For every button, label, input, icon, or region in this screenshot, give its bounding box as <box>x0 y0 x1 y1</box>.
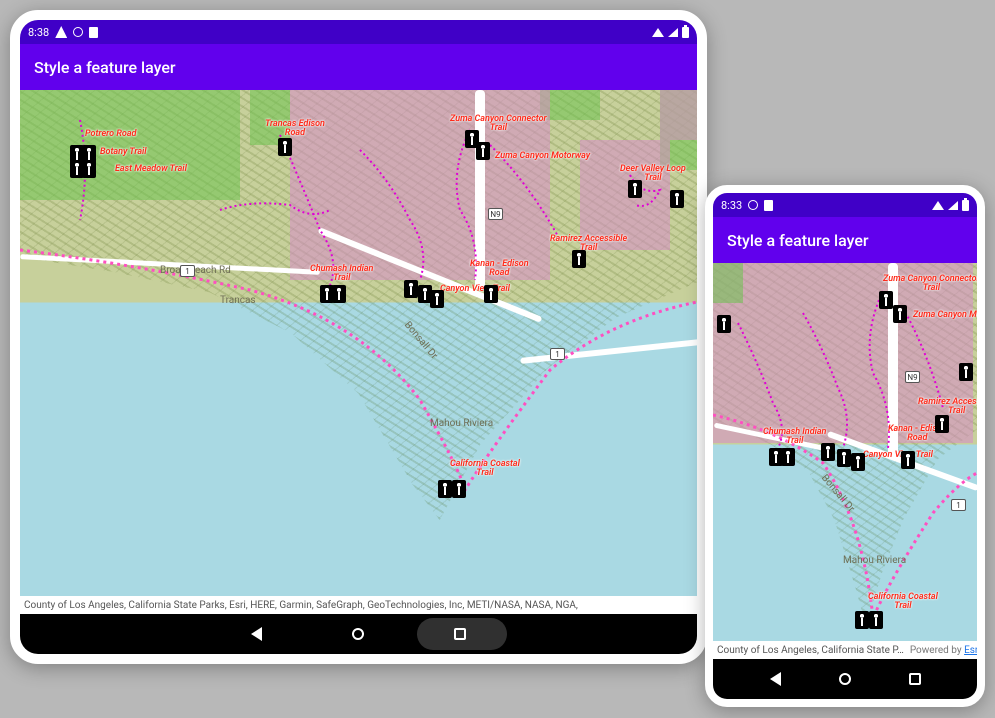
trail-label: Zuma Canyon ConnectorTrail <box>883 275 977 293</box>
status-bar: 8:38 <box>20 20 697 44</box>
trailhead-icon[interactable] <box>959 363 973 381</box>
trailhead-icon[interactable] <box>572 250 586 268</box>
trail-label: Canyon View Trail <box>440 285 510 294</box>
nav-recent-icon[interactable] <box>454 628 466 640</box>
app-bar: Style a feature layer <box>20 44 697 90</box>
android-nav-bar <box>713 659 977 699</box>
trailhead-icon[interactable] <box>869 611 883 629</box>
place-label: Broad Beach Rd <box>160 265 231 276</box>
wifi-icon <box>932 201 944 210</box>
app-bar: Style a feature layer <box>713 217 977 263</box>
trail-label: Chumash IndianTrail <box>763 428 826 446</box>
attribution-text: County of Los Angeles, California State … <box>24 600 578 611</box>
trailhead-icon[interactable] <box>855 611 869 629</box>
trail-label: Trancas EdisonRoad <box>265 120 325 138</box>
nav-home-icon[interactable] <box>839 673 851 685</box>
attribution-bar: County of Los Angeles, California State … <box>713 641 977 659</box>
trailhead-icon[interactable] <box>670 190 684 208</box>
attribution-powered: Powered by Esri <box>910 645 977 656</box>
trail-label: California CoastalTrail <box>868 593 938 611</box>
map-view[interactable]: Potrero Road Botany Trail East Meadow Trai… <box>20 90 697 596</box>
trailhead-icon[interactable] <box>82 160 96 178</box>
trail-label: Potrero Road <box>85 130 136 139</box>
highway-shield: N9 <box>905 371 920 383</box>
trail-label: Ramirez AccessibleTrail <box>550 235 627 253</box>
trailhead-icon[interactable] <box>879 291 893 309</box>
app-title: Style a feature layer <box>727 231 869 250</box>
trailhead-icon[interactable] <box>628 180 642 198</box>
highway-shield: N9 <box>488 208 503 220</box>
phone-device: 8:33 Style a feature layer Zuma Canyon C… <box>705 185 985 707</box>
tablet-device: 8:38 Style a feature layer <box>10 10 707 664</box>
nav-back-icon[interactable] <box>251 627 262 641</box>
esri-link[interactable]: Esri <box>964 645 977 656</box>
attribution-bar: County of Los Angeles, California State … <box>20 596 697 614</box>
trail-label: Zuma Canyon Motorway <box>495 152 590 161</box>
battery-icon <box>962 200 969 211</box>
nav-home-icon[interactable] <box>352 628 364 640</box>
highway-shield: 1 <box>180 265 195 277</box>
trailhead-icon[interactable] <box>717 315 731 333</box>
trailhead-icon[interactable] <box>781 448 795 466</box>
trailhead-icon[interactable] <box>278 138 292 156</box>
trailhead-icon[interactable] <box>404 280 418 298</box>
trail-label: California CoastalTrail <box>450 460 520 478</box>
status-time: 8:38 <box>28 26 49 39</box>
place-label: Mahou Riviera <box>843 555 906 566</box>
trail-label: Zuma Canyon Motorway <box>913 311 977 320</box>
trail-label: Ramirez AccessibleTrail <box>918 398 977 416</box>
wifi-icon <box>652 28 664 37</box>
status-time: 8:33 <box>721 199 742 212</box>
debug-icon <box>55 26 67 38</box>
trailhead-icon[interactable] <box>901 451 915 469</box>
trail-label: East Meadow Trail <box>115 165 187 174</box>
trail-label: Canyon View Trail <box>863 451 933 460</box>
signal-icon <box>668 28 678 37</box>
trailhead-icon[interactable] <box>851 453 865 471</box>
profile-icon <box>748 200 758 210</box>
place-label: Mahou Riviera <box>430 418 493 429</box>
battery-icon <box>682 27 689 38</box>
trailhead-icon[interactable] <box>837 449 851 467</box>
trailhead-icon[interactable] <box>484 285 498 303</box>
card-icon <box>764 200 773 211</box>
trailhead-icon[interactable] <box>452 480 466 498</box>
trail-label: Kanan - EdisonRoad <box>470 260 529 278</box>
place-label: Trancas <box>220 295 256 306</box>
attribution-text: County of Los Angeles, California State … <box>717 645 904 656</box>
trailhead-icon[interactable] <box>935 415 949 433</box>
trailhead-icon[interactable] <box>332 285 346 303</box>
card-icon <box>89 27 98 38</box>
nav-recent-icon[interactable] <box>909 673 921 685</box>
trailhead-icon[interactable] <box>430 290 444 308</box>
status-bar: 8:33 <box>713 193 977 217</box>
app-title: Style a feature layer <box>34 58 176 77</box>
trail-label: Botany Trail <box>100 148 147 157</box>
signal-icon <box>948 201 958 210</box>
trailhead-icon[interactable] <box>476 142 490 160</box>
map-view[interactable]: Zuma Canyon ConnectorTrail Zuma Canyon Mo… <box>713 263 977 641</box>
trail-label: Chumash IndianTrail <box>310 265 373 283</box>
highway-shield: 1 <box>550 348 565 360</box>
trailhead-icon[interactable] <box>893 305 907 323</box>
highway-shield: 1 <box>951 499 966 511</box>
trailhead-icon[interactable] <box>821 443 835 461</box>
profile-icon <box>73 27 83 37</box>
nav-back-icon[interactable] <box>770 672 781 686</box>
trailhead-icon[interactable] <box>438 480 452 498</box>
android-nav-bar <box>20 614 697 654</box>
